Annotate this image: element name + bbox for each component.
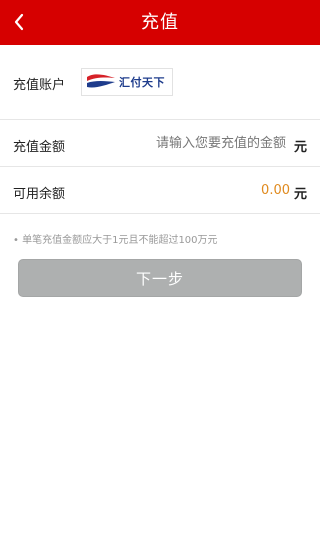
- balance-row: 可用余额 0.00 元: [0, 167, 320, 214]
- amount-unit: 元: [293, 140, 307, 155]
- limit-hint: • 单笔充值金额应大于1元且不能超过100万元: [13, 235, 218, 246]
- header-bar: 充值: [0, 0, 320, 45]
- payment-provider-logo: 汇付天下: [81, 68, 173, 96]
- balance-unit: 元: [293, 187, 307, 202]
- amount-input[interactable]: [116, 132, 286, 154]
- balance-value: 0.00: [261, 183, 290, 198]
- next-step-button[interactable]: 下一步: [18, 259, 302, 297]
- page-title: 充值: [141, 12, 179, 33]
- account-row: 充值账户 汇付天下: [0, 45, 320, 120]
- logo-text: 汇付天下: [119, 76, 165, 89]
- amount-label: 充值金额: [13, 140, 66, 155]
- balance-label: 可用余额: [13, 187, 66, 202]
- amount-row: 充值金额 元: [0, 120, 320, 167]
- account-label: 充值账户: [13, 78, 66, 93]
- chinapnr-logo-icon: [87, 74, 115, 88]
